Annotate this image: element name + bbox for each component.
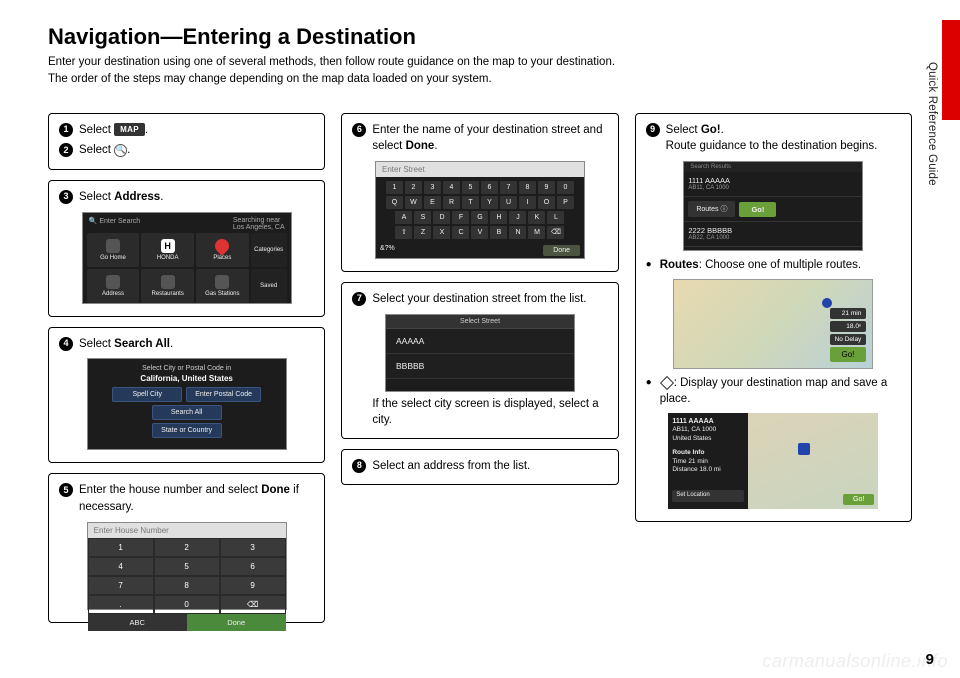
bullet-routes: ● Routes: Choose one of multiple routes. — [646, 257, 901, 273]
step-number-7: 7 — [352, 292, 366, 306]
intro-line-1: Enter your destination using one of seve… — [48, 54, 912, 71]
page-number: 9 — [926, 651, 934, 668]
card-step-4: 4 Select Search All. Select City or Post… — [48, 327, 325, 464]
column-1: 1 Select MAP. 2 Select 🔍. 3 Select Ad — [48, 113, 325, 623]
screenshot-go: Search Results 1111 AAAAAAB11, CA 1000 R… — [683, 161, 863, 251]
screenshot-routes-map: 21 min 18.0ⁿ No Delay Go! — [673, 279, 873, 369]
screenshot-search-all: Select City or Postal Code in California… — [87, 358, 287, 450]
step-5-text: Enter the house number and select Done i… — [79, 482, 314, 515]
screenshot-address-menu: 🔍 Enter Search Searching nearLos Angeles… — [82, 212, 292, 304]
diamond-icon — [660, 376, 674, 390]
step-number-3: 3 — [59, 190, 73, 204]
column-2: 6 Enter the name of your destination str… — [341, 113, 618, 623]
step-3-text: Select Address. — [79, 189, 314, 206]
card-step-8: 8 Select an address from the list. — [341, 449, 618, 486]
step-2-text: Select 🔍. — [79, 142, 314, 159]
step-number-4: 4 — [59, 337, 73, 351]
screenshot-house-number: Enter House Number 123 456 789 .0⌫ ABCDo… — [87, 522, 287, 610]
step-number-9: 9 — [646, 123, 660, 137]
screenshot-keyboard: Enter Street 1234567890 QWERTYUIOP ASDFG… — [375, 161, 585, 259]
card-step-7: 7 Select your destination street from th… — [341, 282, 618, 439]
card-steps-1-2: 1 Select MAP. 2 Select 🔍. — [48, 113, 325, 170]
map-button-icon: MAP — [114, 123, 145, 137]
step-number-5: 5 — [59, 483, 73, 497]
intro-line-2: The order of the steps may change depend… — [48, 71, 912, 88]
column-3: 9 Select Go!. Route guidance to the dest… — [635, 113, 912, 623]
card-step-6: 6 Enter the name of your destination str… — [341, 113, 618, 272]
card-step-9: 9 Select Go!. Route guidance to the dest… — [635, 113, 912, 523]
step-4-text: Select Search All. — [79, 336, 314, 353]
card-step-5: 5 Enter the house number and select Done… — [48, 473, 325, 622]
step-number-6: 6 — [352, 123, 366, 137]
step-9-text: Select Go!. Route guidance to the destin… — [666, 122, 901, 155]
step-1-text: Select MAP. — [79, 122, 314, 139]
card-step-3: 3 Select Address. 🔍 Enter Search Searchi… — [48, 180, 325, 317]
step-number-8: 8 — [352, 459, 366, 473]
step-7-note: If the select city screen is displayed, … — [372, 396, 607, 428]
step-number-1: 1 — [59, 123, 73, 137]
step-6-text: Enter the name of your destination stree… — [372, 122, 607, 155]
search-icon: 🔍 — [114, 144, 127, 157]
bullet-diamond: ● : Display your destination map and sav… — [646, 375, 901, 407]
screenshot-location-map: 1111 AAAAA AB11, CA 1000 United States R… — [668, 413, 878, 509]
step-8-text: Select an address from the list. — [372, 458, 607, 475]
screenshot-street-list: Select Street AAAAA BBBBB — [385, 314, 575, 392]
page-title: Navigation—Entering a Destination — [48, 24, 912, 50]
step-7-text: Select your destination street from the … — [372, 291, 607, 308]
step-number-2: 2 — [59, 143, 73, 157]
